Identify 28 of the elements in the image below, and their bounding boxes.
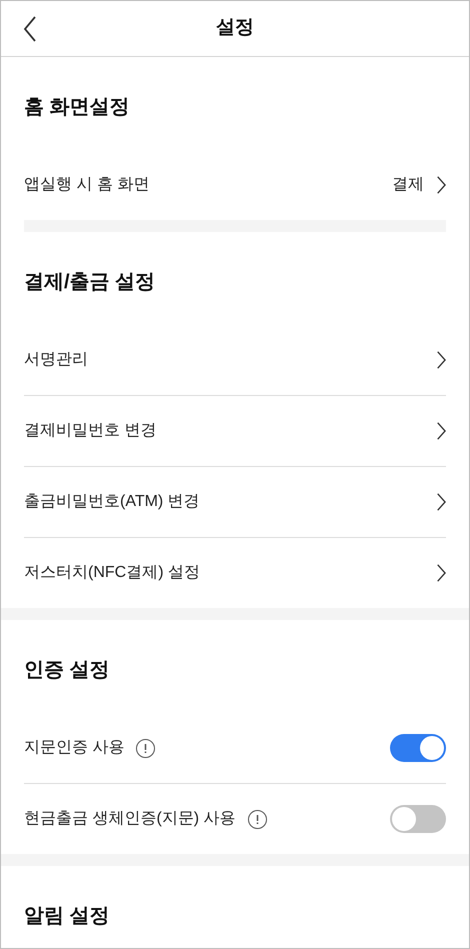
page-title: 설정 xyxy=(216,16,254,40)
row-value: 결제 xyxy=(392,175,424,195)
row-label: 지문인증 사용 xyxy=(24,738,124,758)
toggle-switch[interactable] xyxy=(390,734,446,762)
settings-row[interactable]: 결제비밀번호 변경 xyxy=(24,396,446,466)
settings-row[interactable]: 출금비밀번호(ATM) 변경 xyxy=(24,467,446,537)
section-title: 결제/출금 설정 xyxy=(24,270,156,294)
info-icon[interactable] xyxy=(136,738,156,758)
row-label: 저스터치(NFC결제) 설정 xyxy=(24,563,200,583)
chevron-right-icon xyxy=(436,493,446,511)
chevron-right-icon xyxy=(436,351,446,369)
toggle-switch[interactable] xyxy=(390,805,446,833)
info-icon[interactable] xyxy=(248,810,267,828)
row-label: 출금비밀번호(ATM) 변경 xyxy=(24,492,200,512)
settings-row[interactable]: 앱실행 시 홈 화면 결제 xyxy=(24,150,446,220)
row-label: 서명관리 xyxy=(24,350,88,370)
chevron-right-icon xyxy=(436,564,446,582)
section-title: 홈 화면설정 xyxy=(24,94,130,120)
section-title: 인증 설정 xyxy=(24,658,110,682)
section-title: 알림 설정 xyxy=(24,904,110,928)
row-label: 앱실행 시 홈 화면 xyxy=(24,175,150,195)
row-label: 현금출금 생체인증(지문) 사용 xyxy=(24,809,236,829)
chevron-right-icon xyxy=(436,176,446,194)
settings-row[interactable]: 저스터치(NFC결제) 설정 xyxy=(24,538,446,608)
row-label: 결제비밀번호 변경 xyxy=(24,421,156,441)
chevron-right-icon xyxy=(436,422,446,440)
settings-row[interactable]: 서명관리 xyxy=(24,325,446,395)
back-button[interactable] xyxy=(23,16,37,42)
